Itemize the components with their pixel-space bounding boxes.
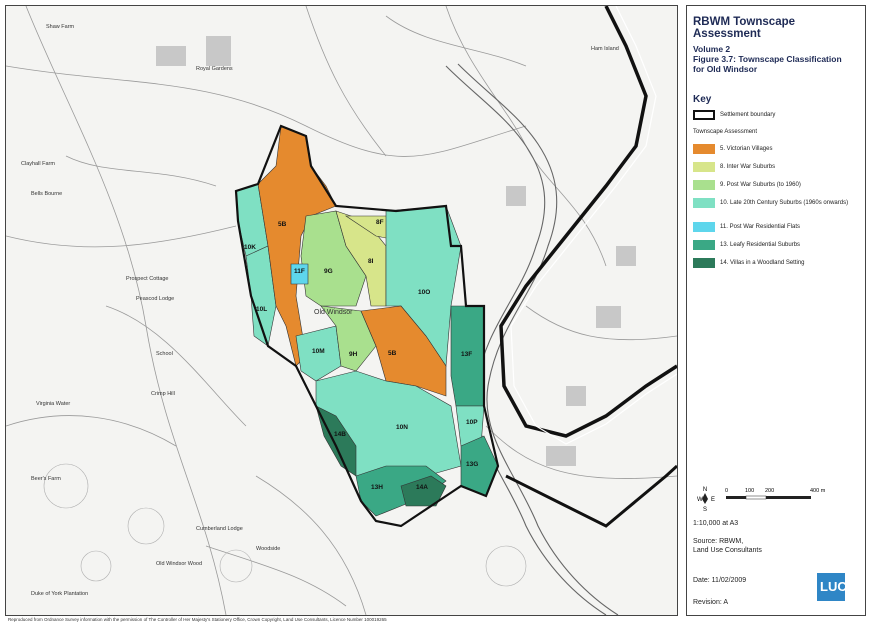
legend-panel: RBWM Townscape Assessment Volume 2 Figur…	[686, 5, 866, 616]
zone-label: 8F	[376, 219, 384, 226]
boundary-swatch	[693, 110, 715, 120]
place-label: School	[156, 351, 173, 357]
settlement-boundary-east-inner	[510, 6, 677, 445]
zone-label: 5B	[388, 350, 397, 357]
place-label: Old Windsor	[314, 309, 353, 316]
legend-label: 5. Victorian Villages	[720, 146, 773, 152]
place-label: Ham Island	[591, 46, 619, 52]
settlement-boundary-southeast	[505, 464, 677, 528]
place-label: Crimp Hill	[151, 391, 175, 397]
legend-label: 14. Villas in a Woodland Setting	[720, 260, 805, 266]
legend-label: 11. Post War Residential Flats	[720, 224, 801, 230]
scale-tick: 200	[765, 488, 774, 494]
legend-title: RBWM Townscape Assessment	[693, 16, 796, 40]
zone-label: 5B	[278, 221, 287, 228]
legend-label: 8. Inter War Suburbs	[720, 164, 776, 170]
zone-label: 13F	[461, 351, 473, 358]
place-label: Beer's Farm	[31, 476, 61, 482]
key-heading: Key	[693, 94, 712, 105]
place-label: Virginia Water	[36, 401, 71, 407]
source-line-1: Source: RBWM,	[693, 538, 744, 545]
zone-label: 13G	[466, 461, 479, 468]
settlement-boundary-east	[499, 6, 677, 438]
legend-label: 13. Leafy Residential Suburbs	[720, 242, 801, 248]
logo-text: LUC	[820, 579, 847, 594]
townscape-zones	[235, 125, 499, 517]
zone-label: 9G	[324, 268, 333, 275]
zone-label: 10P	[466, 419, 478, 426]
zone-label: 10K	[244, 244, 256, 251]
volume-label: Volume 2	[693, 44, 731, 54]
legend-label: 10. Late 20th Century Suburbs (1960s onw…	[720, 200, 849, 206]
legend-swatch	[693, 222, 715, 232]
revision-text: Revision: A	[693, 599, 729, 606]
zone-label: 14B	[334, 431, 346, 438]
place-label: Prospect Cottage	[126, 276, 169, 282]
north-arrow-icon	[702, 493, 708, 504]
legend-swatch	[693, 198, 715, 208]
zone-label: 8I	[368, 258, 374, 265]
date-text: Date: 11/02/2009	[693, 577, 747, 584]
woodland	[43, 463, 527, 587]
legend-label: 9. Post War Suburbs (to 1960)	[720, 182, 801, 188]
zone-label: 10L	[256, 306, 268, 313]
zone-label: 11F	[294, 268, 305, 275]
zone-label: 10O	[418, 289, 431, 296]
place-label: Cumberland Lodge	[196, 526, 243, 532]
compass-s: S	[703, 507, 707, 512]
scale-tick: 0	[725, 488, 728, 494]
legend-swatch	[693, 162, 715, 172]
figure-caption: Volume 2 Figure 3.7: Townscape Classific…	[693, 44, 861, 74]
zone-label: 9H	[349, 351, 358, 358]
legend-group-heading: Townscape Assessment	[693, 129, 758, 135]
legend-label: Settlement boundary	[720, 112, 776, 118]
map-canvas[interactable]: Shaw Farm Royal Gardens Ham Island Old W…	[5, 5, 678, 616]
place-label: Woodside	[256, 546, 281, 552]
zone-label: 10M	[312, 348, 325, 355]
scale-bar: N W E S 0 100 200 400 m	[697, 487, 826, 512]
scale-tick: 100	[745, 488, 754, 494]
zone-label: 14A	[416, 484, 428, 491]
place-label: Peascod Lodge	[136, 296, 175, 302]
legend-swatch	[693, 240, 715, 250]
figure-title: Figure 3.7: Townscape Classification	[693, 54, 842, 64]
zone-label: 10N	[396, 424, 408, 431]
compass-w: W	[697, 497, 703, 503]
source-line-2: Land Use Consultants	[693, 547, 762, 554]
zone-label: 13H	[371, 484, 383, 491]
luc-logo: LUC	[817, 573, 847, 601]
compass-e: E	[711, 497, 715, 503]
legend-swatch	[693, 258, 715, 268]
place-label: Old Windsor Wood	[156, 561, 203, 567]
place-label: Duke of York Plantation	[31, 591, 89, 597]
scale-tick: 400 m	[810, 488, 826, 494]
scale-text: 1:10,000 at A3	[693, 520, 739, 527]
copyright-notice: Reproduced from Ordnance Survey informat…	[8, 617, 387, 622]
figure-title-line2: for Old Windsor	[693, 64, 758, 74]
legend-swatch	[693, 180, 715, 190]
place-label: Bells Bourne	[31, 191, 63, 197]
compass-n: N	[703, 487, 707, 493]
legend-swatch	[693, 144, 715, 154]
place-label: Royal Gardens	[196, 66, 233, 72]
place-label: Clayhall Farm	[21, 161, 55, 167]
place-label: Shaw Farm	[46, 24, 75, 30]
